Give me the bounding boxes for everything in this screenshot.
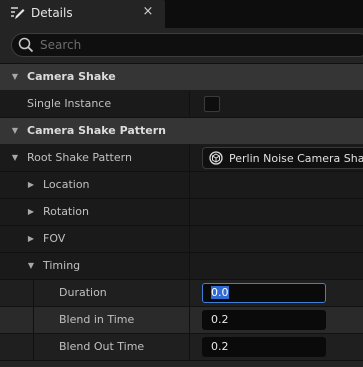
search-icon <box>18 37 34 53</box>
property-row-blend-out-time: Blend Out Time 0.2 <box>0 334 363 361</box>
property-row-single-instance: Single Instance <box>0 91 363 118</box>
property-label: Single Instance <box>27 97 112 110</box>
indent-divider <box>33 334 34 360</box>
property-label: FOV <box>43 232 66 245</box>
collapsed-arrow-icon[interactable]: ▶ <box>25 178 37 192</box>
collapsed-arrow-icon[interactable]: ▶ <box>25 232 37 246</box>
category-label: Camera Shake <box>27 70 116 83</box>
expanded-arrow-icon[interactable]: ▼ <box>9 151 21 165</box>
property-row-blend-in-time: Blend in Time 0.2 <box>0 307 363 334</box>
category-camera-shake-pattern[interactable]: ▼ Camera Shake Pattern <box>0 118 363 145</box>
property-label: Blend Out Time <box>59 340 145 353</box>
property-row-root-shake-pattern: ▼ Root Shake Pattern Perlin Noise Camera… <box>0 145 363 172</box>
category-camera-shake[interactable]: ▼ Camera Shake <box>0 64 363 91</box>
property-label: Location <box>43 178 90 191</box>
blend-out-time-value: 0.2 <box>211 340 229 353</box>
asset-name: Perlin Noise Camera Shake Pattern <box>229 152 363 165</box>
single-instance-checkbox[interactable] <box>204 96 220 112</box>
duration-input[interactable]: 0.0 <box>202 283 326 303</box>
property-label: Timing <box>43 259 81 272</box>
property-label: Duration <box>59 286 107 299</box>
property-row-timing[interactable]: ▼ Timing <box>0 253 363 280</box>
property-row-duration: Duration 0.0 <box>0 280 363 307</box>
property-row-location[interactable]: ▶ Location <box>0 172 363 199</box>
property-row-rotation[interactable]: ▶ Rotation <box>0 199 363 226</box>
property-label: Rotation <box>43 205 90 218</box>
expanded-arrow-icon[interactable]: ▼ <box>9 124 21 138</box>
expanded-arrow-icon[interactable]: ▼ <box>25 259 37 273</box>
blend-in-time-input[interactable]: 0.2 <box>202 310 326 330</box>
close-icon[interactable]: × <box>141 3 155 21</box>
property-row-fov[interactable]: ▶ FOV <box>0 226 363 253</box>
collapsed-arrow-icon[interactable]: ▶ <box>25 205 37 219</box>
camera-shake-asset-icon <box>209 151 223 165</box>
indent-divider <box>33 307 34 333</box>
search-input[interactable] <box>40 36 340 54</box>
indent-divider <box>33 280 34 306</box>
duration-value: 0.0 <box>211 286 229 299</box>
blend-in-time-value: 0.2 <box>211 313 229 326</box>
details-pencil-icon <box>9 5 25 21</box>
property-label: Root Shake Pattern <box>27 151 132 164</box>
expanded-arrow-icon[interactable]: ▼ <box>9 70 21 84</box>
root-shake-pattern-picker[interactable]: Perlin Noise Camera Shake Pattern <box>202 147 363 169</box>
category-label: Camera Shake Pattern <box>27 124 167 137</box>
property-label: Blend in Time <box>59 313 135 326</box>
tab-title: Details <box>31 6 73 20</box>
blend-out-time-input[interactable]: 0.2 <box>202 337 326 357</box>
details-tab[interactable]: Details × <box>0 0 165 28</box>
